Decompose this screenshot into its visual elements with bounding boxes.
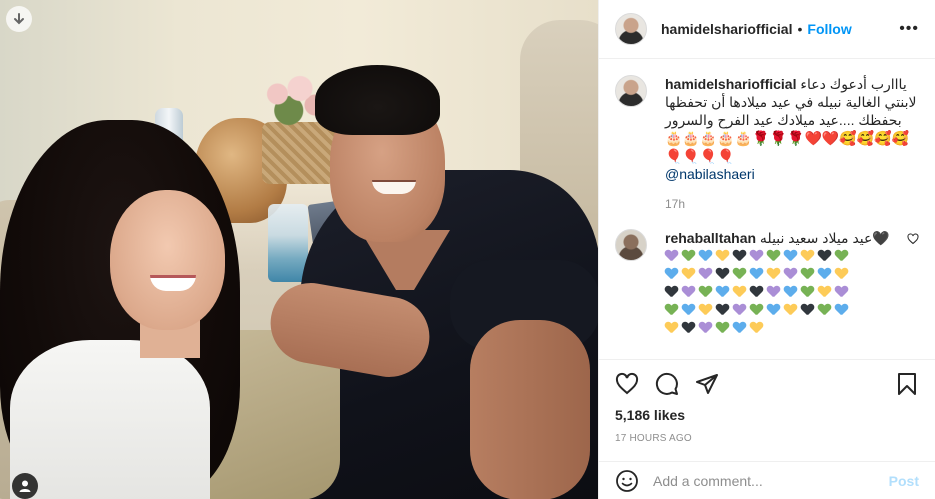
user-icon	[19, 480, 31, 492]
green-heart-icon	[801, 268, 814, 280]
yellow-heart-icon	[665, 322, 678, 334]
post-author-username[interactable]: hamidelshariofficial	[661, 21, 792, 37]
likes-count[interactable]: 5,186 likes	[599, 407, 935, 429]
post-side-panel: hamidelshariofficial • Follow ••• hamide…	[598, 0, 935, 499]
green-heart-icon	[699, 286, 712, 298]
separator-dot: •	[797, 21, 803, 37]
emoji-icon[interactable]	[615, 469, 639, 493]
black-heart-icon	[818, 250, 831, 262]
purple-heart-icon	[835, 286, 848, 298]
post-actions	[599, 359, 935, 407]
purple-heart-icon	[784, 268, 797, 280]
save-button[interactable]	[895, 372, 919, 396]
arrow-down-icon	[14, 13, 24, 25]
blue-heart-icon	[818, 268, 831, 280]
purple-heart-icon	[767, 286, 780, 298]
yellow-heart-icon	[733, 286, 746, 298]
post-timestamp[interactable]: 17 HOURS AGO	[599, 429, 935, 453]
blue-heart-icon	[750, 268, 763, 280]
avatar[interactable]	[615, 229, 647, 261]
comment-username[interactable]: rehaballtahan	[665, 230, 756, 246]
heart-emoji-row	[665, 301, 899, 319]
green-heart-icon	[801, 286, 814, 298]
green-heart-icon	[835, 250, 848, 262]
comment-hearts	[665, 247, 899, 337]
post-comment-button[interactable]: Post	[889, 473, 919, 489]
more-options-button[interactable]: •••	[899, 20, 919, 38]
yellow-heart-icon	[767, 268, 780, 280]
purple-heart-icon	[665, 250, 678, 262]
green-heart-icon	[682, 250, 695, 262]
follow-button[interactable]: Follow	[807, 21, 851, 37]
blue-heart-icon	[784, 250, 797, 262]
purple-heart-icon	[699, 322, 712, 334]
purple-heart-icon	[750, 250, 763, 262]
share-button[interactable]	[695, 372, 719, 396]
purple-heart-icon	[733, 304, 746, 316]
caption-timestamp[interactable]: 17h	[665, 195, 919, 213]
green-heart-icon	[818, 304, 831, 316]
green-heart-icon	[716, 322, 729, 334]
black-heart-icon	[750, 286, 763, 298]
black-heart-icon	[716, 304, 729, 316]
post-photo[interactable]	[0, 0, 598, 499]
yellow-heart-icon	[750, 322, 763, 334]
purple-heart-icon	[699, 268, 712, 280]
avatar[interactable]	[615, 13, 647, 45]
post-header: hamidelshariofficial • Follow •••	[599, 0, 935, 59]
yellow-heart-icon	[716, 250, 729, 262]
comment: rehaballtahan 🖤عيد ميلاد سعيد نبيله	[615, 229, 919, 337]
heart-emoji-row	[665, 265, 899, 283]
yellow-heart-icon	[835, 268, 848, 280]
comment-text: 🖤عيد ميلاد سعيد نبيله	[759, 230, 890, 246]
black-heart-icon	[733, 250, 746, 262]
purple-heart-icon	[682, 286, 695, 298]
yellow-heart-icon	[818, 286, 831, 298]
blue-heart-icon	[835, 304, 848, 316]
comment-input[interactable]	[653, 472, 889, 489]
comment-composer: Post	[599, 461, 935, 499]
blue-heart-icon	[665, 268, 678, 280]
caption-username[interactable]: hamidelshariofficial	[665, 76, 796, 92]
green-heart-icon	[665, 304, 678, 316]
download-button[interactable]	[6, 6, 32, 32]
green-heart-icon	[767, 250, 780, 262]
yellow-heart-icon	[801, 250, 814, 262]
bookmark-icon	[898, 372, 916, 395]
comments-list: hamidelshariofficial يااارب أدعوك دعاء ل…	[599, 59, 935, 359]
avatar[interactable]	[615, 75, 647, 107]
yellow-heart-icon	[682, 268, 695, 280]
yellow-heart-icon	[699, 304, 712, 316]
blue-heart-icon	[784, 286, 797, 298]
black-heart-icon	[716, 268, 729, 280]
heart-emoji-row	[665, 319, 899, 337]
mention-link[interactable]: @nabilashaeri	[665, 165, 919, 183]
caption: hamidelshariofficial يااارب أدعوك دعاء ل…	[615, 75, 919, 213]
like-comment-heart-icon[interactable]	[907, 233, 919, 245]
green-heart-icon	[733, 268, 746, 280]
like-button[interactable]	[615, 372, 639, 396]
black-heart-icon	[665, 286, 678, 298]
blue-heart-icon	[716, 286, 729, 298]
green-heart-icon	[750, 304, 763, 316]
heart-emoji-row	[665, 283, 899, 301]
yellow-heart-icon	[784, 304, 797, 316]
post-view: hamidelshariofficial • Follow ••• hamide…	[0, 0, 935, 499]
paper-plane-icon	[696, 373, 718, 394]
black-heart-icon	[682, 322, 695, 334]
comment-button[interactable]	[655, 372, 679, 396]
blue-heart-icon	[699, 250, 712, 262]
black-heart-icon	[801, 304, 814, 316]
blue-heart-icon	[733, 322, 746, 334]
comment-icon	[655, 372, 678, 395]
tagged-users-button[interactable]	[12, 473, 38, 499]
blue-heart-icon	[767, 304, 780, 316]
heart-emoji-row	[665, 247, 899, 265]
heart-icon	[615, 372, 639, 394]
blue-heart-icon	[682, 304, 695, 316]
